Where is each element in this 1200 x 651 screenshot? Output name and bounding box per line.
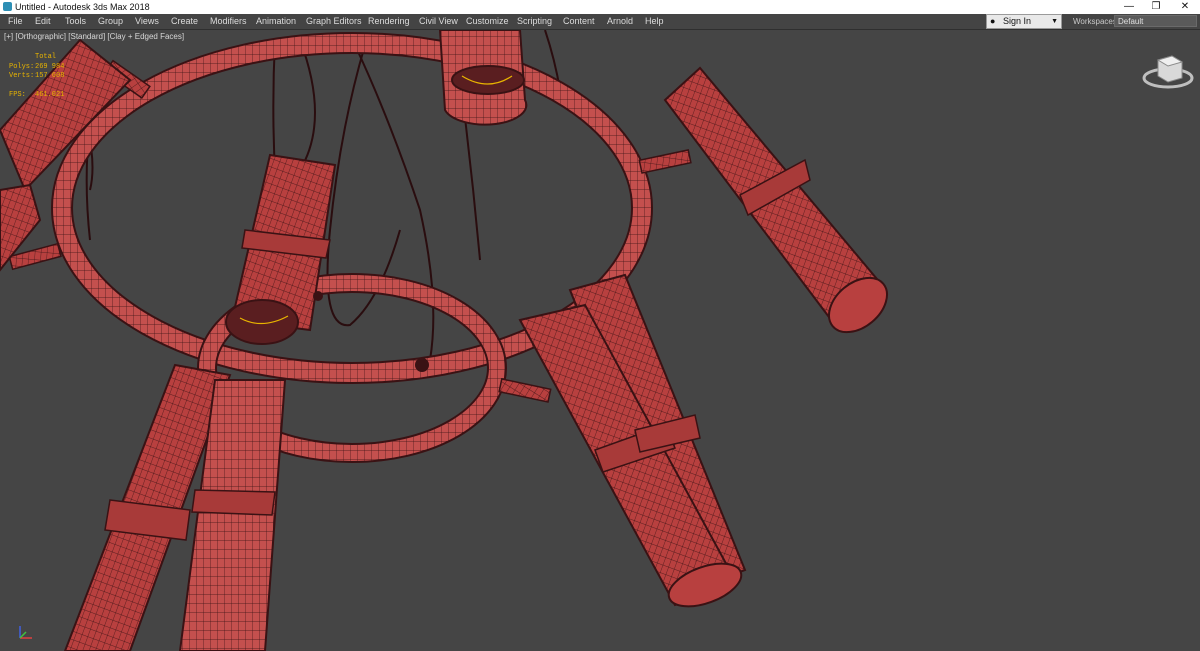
sign-in-label: Sign In (1003, 16, 1032, 26)
menu-animation[interactable]: Animation (256, 14, 296, 29)
menu-customize[interactable]: Customize (466, 14, 509, 29)
verts-value: 157 608 (35, 72, 65, 80)
workspaces-label: Workspaces: (1073, 17, 1120, 26)
fps-label: FPS: (9, 91, 26, 99)
menu-scripting[interactable]: Scripting (517, 14, 552, 29)
fps-value: 461.021 (35, 91, 65, 99)
viewport[interactable] (0, 30, 1200, 651)
chevron-down-icon: ▼ (1051, 18, 1058, 25)
lamp-bottom-left (63, 363, 287, 651)
workspaces-select[interactable]: Default (1114, 15, 1197, 27)
minimize-button[interactable]: — (1116, 0, 1142, 14)
verts-label: Verts: (9, 72, 35, 80)
scene-render (0, 30, 888, 651)
title-bar: Untitled - Autodesk 3ds Max 2018 — ❐ ✕ (0, 0, 1200, 15)
lamp-center (225, 153, 337, 345)
restore-button[interactable]: ❐ (1143, 0, 1169, 14)
menu-arnold[interactable]: Arnold (607, 14, 633, 29)
menu-file[interactable]: File (8, 14, 23, 29)
menu-group[interactable]: Group (98, 14, 123, 29)
menu-create[interactable]: Create (171, 14, 198, 29)
close-button[interactable]: ✕ (1172, 0, 1198, 14)
menu-rendering[interactable]: Rendering (368, 14, 410, 29)
window-title: Untitled - Autodesk 3ds Max 2018 (15, 2, 150, 12)
lamp-right (663, 66, 888, 334)
viewport-label[interactable]: [+] [Orthographic] [Standard] [Clay + Ed… (4, 32, 184, 41)
viewcube-icon[interactable] (1142, 50, 1194, 95)
polys-value: 269 984 (35, 62, 65, 71)
lamp-top-center (438, 30, 528, 126)
menu-civil-view[interactable]: Civil View (419, 14, 458, 29)
menu-content[interactable]: Content (563, 14, 595, 29)
axis-tripod-icon (19, 626, 32, 639)
menu-edit[interactable]: Edit (35, 14, 51, 29)
stats-header: Total (35, 53, 57, 61)
sign-in-dropdown[interactable]: ● Sign In ▼ (986, 14, 1062, 29)
app-icon (3, 2, 12, 11)
menu-graph-editors[interactable]: Graph Editors (306, 14, 362, 29)
polys-label: Polys: (9, 62, 35, 71)
lamp-bottom-right (518, 273, 747, 608)
menu-views[interactable]: Views (135, 14, 159, 29)
menu-modifiers[interactable]: Modifiers (210, 14, 247, 29)
menu-help[interactable]: Help (645, 14, 664, 29)
user-icon: ● (990, 16, 996, 26)
menu-tools[interactable]: Tools (65, 14, 86, 29)
